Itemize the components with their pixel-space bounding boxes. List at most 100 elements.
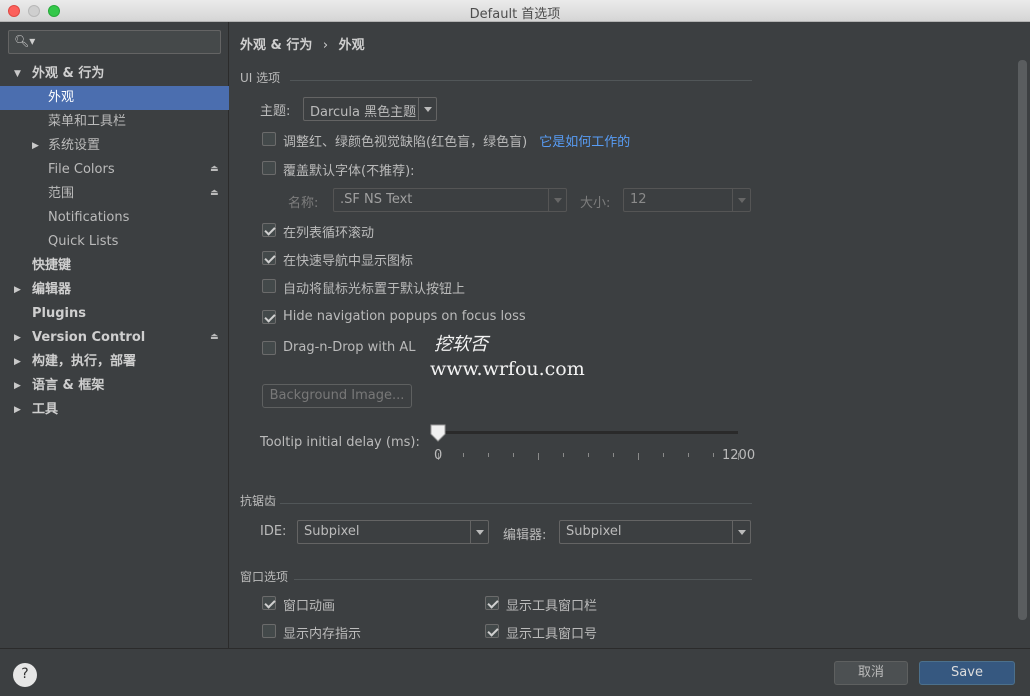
tool-window-numbers-checkbox[interactable] — [485, 624, 499, 638]
breadcrumb-separator: › — [322, 38, 329, 53]
sidebar-item-11[interactable]: ▶ Version Control ⏏ — [0, 326, 229, 350]
sidebar-item-label: 外观 — [48, 90, 75, 105]
slider-tick — [463, 453, 464, 457]
appearance-settings-panel: 外观 & 行为 › 外观 UI 选项 主题: Darcula 黑色主题 调整红、… — [230, 22, 1030, 648]
sidebar-item-5[interactable]: 范围 ⏏ — [0, 182, 229, 206]
sidebar-item-label: 菜单和工具栏 — [48, 114, 127, 129]
collapse-arrow-icon[interactable]: ▶ — [14, 278, 21, 302]
editor-antialias-label: 编辑器: — [503, 528, 547, 543]
editor-antialias-dropdown[interactable]: Subpixel — [559, 520, 751, 544]
slider-tick — [613, 453, 614, 457]
sidebar-item-4[interactable]: File Colors ⏏ — [0, 158, 229, 182]
collapse-arrow-icon[interactable]: ▶ — [14, 398, 21, 422]
auto-cursor-label[interactable]: 自动将鼠标光标置于默认按钮上 — [283, 278, 465, 297]
hide-nav-popups-checkbox[interactable] — [262, 310, 276, 324]
sidebar-item-label: Notifications — [48, 210, 130, 225]
drag-drop-checkbox[interactable] — [262, 341, 276, 355]
slider-tick — [513, 453, 514, 457]
font-size-label: 大小: — [580, 196, 611, 211]
title-bar: Default 首选项 — [0, 0, 1030, 22]
font-name-dropdown[interactable]: .SF NS Text — [333, 188, 567, 212]
sidebar-item-9[interactable]: ▶ 编辑器 — [0, 278, 229, 302]
sidebar-item-label: File Colors — [48, 162, 115, 177]
slider-tick — [538, 453, 539, 460]
dialog-footer: ? 取消 Save — [0, 648, 1030, 696]
override-font-label[interactable]: 覆盖默认字体(不推荐): — [283, 160, 415, 179]
sidebar-item-14[interactable]: ▶ 工具 — [0, 398, 229, 422]
cyclic-scroll-label[interactable]: 在列表循环滚动 — [283, 222, 374, 241]
sidebar-item-6[interactable]: Notifications — [0, 206, 229, 230]
save-button[interactable]: Save — [919, 661, 1015, 685]
how-it-works-link[interactable]: 它是如何工作的 — [539, 135, 630, 150]
sidebar-item-13[interactable]: ▶ 语言 & 框架 — [0, 374, 229, 398]
tool-window-bars-label[interactable]: 显示工具窗口栏 — [506, 595, 597, 614]
drag-drop-label[interactable]: Drag-n-Drop with AL — [283, 340, 415, 355]
window-animation-label[interactable]: 窗口动画 — [283, 595, 335, 614]
help-button[interactable]: ? — [13, 663, 37, 687]
antialiasing-heading: 抗锯齿 — [240, 494, 277, 508]
slider-tick — [638, 453, 639, 460]
hide-nav-popups-label[interactable]: Hide navigation popups on focus loss — [283, 309, 526, 324]
tooltip-delay-label: Tooltip initial delay (ms): — [260, 435, 420, 450]
auto-cursor-checkbox[interactable] — [262, 279, 276, 293]
slider-tick — [563, 453, 564, 457]
theme-value: Darcula 黑色主题 — [310, 105, 417, 120]
sidebar-item-label: 外观 & 行为 — [32, 66, 105, 81]
window-title: Default 首选项 — [469, 7, 561, 22]
sidebar-item-10[interactable]: Plugins — [0, 302, 229, 326]
project-scope-icon: ⏏ — [210, 332, 219, 342]
sidebar-item-label: Version Control — [32, 330, 146, 345]
watermark-line2: www.wrfou.com — [430, 358, 585, 380]
adjust-colors-checkbox[interactable] — [262, 132, 276, 146]
override-font-checkbox[interactable] — [262, 161, 276, 175]
tool-window-bars-checkbox[interactable] — [485, 596, 499, 610]
collapse-arrow-icon[interactable]: ▶ — [14, 326, 21, 350]
chevron-down-icon — [732, 521, 750, 543]
ide-antialias-value: Subpixel — [304, 524, 360, 539]
sidebar-item-label: 语言 & 框架 — [32, 378, 105, 393]
window-animation-checkbox[interactable] — [262, 596, 276, 610]
expand-arrow-icon[interactable]: ▼ — [14, 62, 21, 86]
settings-sidebar: 🔍︎▾ ▼ 外观 & 行为 外观 菜单和工具栏 ▶ 系统设置 File Colors ⏏ 范围 ⏏… — [0, 22, 229, 648]
memory-indicator-label[interactable]: 显示内存指示 — [283, 623, 361, 642]
memory-indicator-checkbox[interactable] — [262, 624, 276, 638]
cyclic-scroll-checkbox[interactable] — [262, 223, 276, 237]
adjust-colors-label[interactable]: 调整红、绿颜色视觉缺陷(红色盲，绿色盲) — [283, 135, 527, 150]
settings-tree: ▼ 外观 & 行为 外观 菜单和工具栏 ▶ 系统设置 File Colors ⏏ 范围 ⏏ Noti… — [0, 62, 229, 422]
sidebar-item-8[interactable]: 快捷键 — [0, 254, 229, 278]
theme-dropdown[interactable]: Darcula 黑色主题 — [303, 97, 437, 121]
quick-nav-icons-checkbox[interactable] — [262, 251, 276, 265]
slider-tick — [663, 453, 664, 457]
section-divider — [280, 503, 752, 504]
sidebar-item-12[interactable]: ▶ 构建，执行，部署 — [0, 350, 229, 374]
background-image-button[interactable]: Background Image... — [262, 384, 412, 408]
sidebar-item-3[interactable]: ▶ 系统设置 — [0, 134, 229, 158]
sidebar-item-0[interactable]: ▼ 外观 & 行为 — [0, 62, 229, 86]
sidebar-item-label: 编辑器 — [32, 282, 72, 297]
collapse-arrow-icon[interactable]: ▶ — [32, 134, 39, 158]
font-size-dropdown[interactable]: 12 — [623, 188, 751, 212]
ide-antialias-dropdown[interactable]: Subpixel — [297, 520, 489, 544]
tool-window-numbers-label[interactable]: 显示工具窗口号 — [506, 623, 597, 642]
sidebar-item-7[interactable]: Quick Lists — [0, 230, 229, 254]
search-input[interactable]: 🔍︎▾ — [8, 30, 221, 54]
sidebar-item-label: 工具 — [32, 402, 59, 417]
sidebar-item-2[interactable]: 菜单和工具栏 — [0, 110, 229, 134]
content-scrollbar[interactable] — [1018, 60, 1027, 620]
slider-tick — [588, 453, 589, 457]
quick-nav-icons-label[interactable]: 在快速导航中显示图标 — [283, 250, 413, 269]
sidebar-item-label: 范围 — [48, 186, 75, 201]
search-icon[interactable]: 🔍︎▾ — [14, 34, 35, 48]
tooltip-delay-slider[interactable] — [438, 431, 738, 434]
cancel-button[interactable]: 取消 — [834, 661, 908, 685]
collapse-arrow-icon[interactable]: ▶ — [14, 350, 21, 374]
font-size-value: 12 — [630, 192, 647, 207]
chevron-down-icon — [732, 189, 750, 211]
project-scope-icon: ⏏ — [210, 188, 219, 198]
slider-tick — [688, 453, 689, 457]
slider-thumb[interactable] — [430, 424, 446, 442]
sidebar-item-1[interactable]: 外观 — [0, 86, 229, 110]
collapse-arrow-icon[interactable]: ▶ — [14, 374, 21, 398]
breadcrumb-parent[interactable]: 外观 & 行为 — [240, 38, 312, 53]
section-divider — [294, 579, 752, 580]
